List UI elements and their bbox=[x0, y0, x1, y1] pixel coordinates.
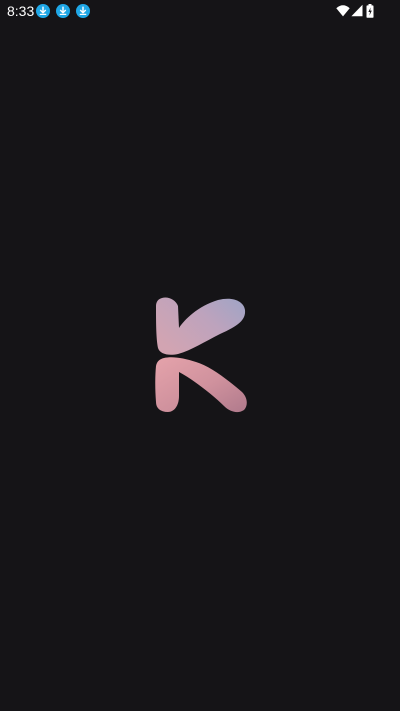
k-logo-icon bbox=[155, 297, 247, 413]
cell-signal-icon bbox=[351, 4, 363, 22]
download-icon bbox=[56, 4, 70, 18]
download-icon bbox=[76, 4, 90, 18]
status-bar: 8:33 bbox=[0, 0, 400, 22]
download-icon bbox=[36, 4, 50, 18]
status-time: 8:33 bbox=[7, 3, 35, 19]
wifi-icon bbox=[336, 4, 350, 22]
battery-charging-icon bbox=[366, 4, 374, 23]
